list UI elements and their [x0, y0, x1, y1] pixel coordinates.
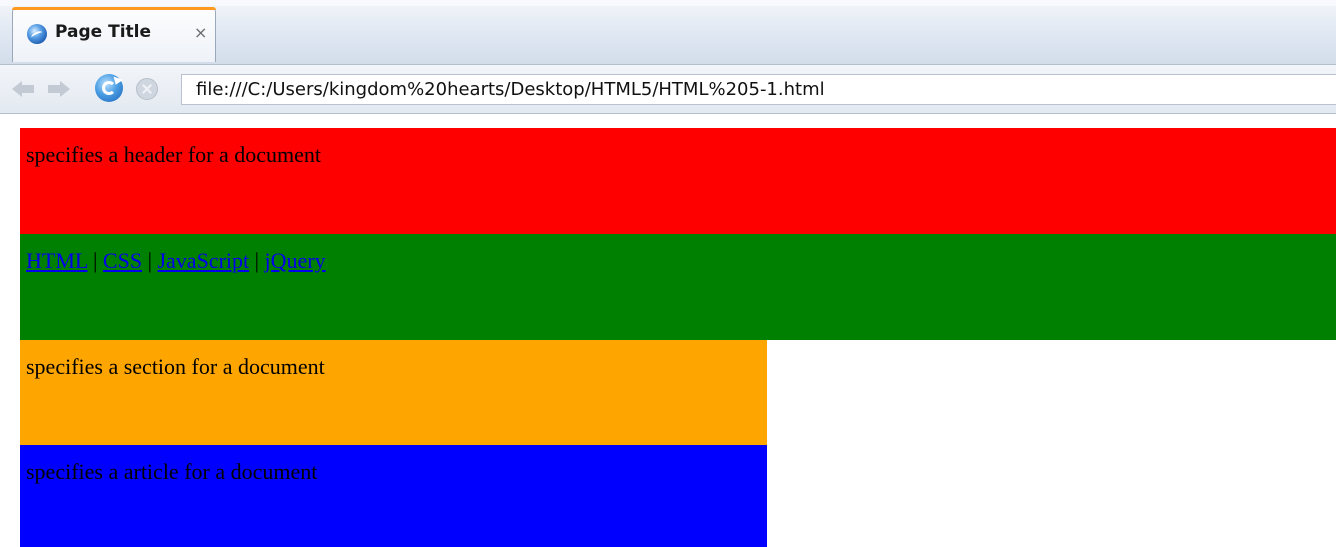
- section-block: specifies a section for a document: [20, 340, 767, 446]
- forward-icon[interactable]: [46, 77, 72, 101]
- nav-block: HTML | CSS | JavaScript | jQuery: [20, 234, 1336, 340]
- browser-tab[interactable]: Page Title ×: [12, 7, 216, 62]
- header-text: specifies a header for a document: [26, 142, 322, 167]
- nav-separator: |: [142, 248, 158, 273]
- section-text: specifies a section for a document: [26, 354, 325, 379]
- nav-separator: |: [87, 248, 103, 273]
- reload-icon[interactable]: [95, 74, 123, 102]
- stop-icon[interactable]: [136, 78, 158, 100]
- article-block: specifies a article for a document: [20, 445, 767, 547]
- back-icon[interactable]: [10, 77, 36, 101]
- navigation-toolbar: file:///C:/Users/kingdom%20hearts/Deskto…: [0, 64, 1336, 114]
- article-text: specifies a article for a document: [26, 459, 318, 484]
- favicon-icon: [27, 24, 47, 44]
- tab-title: Page Title: [55, 22, 151, 42]
- nav-link-css[interactable]: CSS: [103, 248, 142, 273]
- address-text: file:///C:/Users/kingdom%20hearts/Deskto…: [196, 79, 825, 100]
- nav-link-jquery[interactable]: jQuery: [265, 248, 326, 273]
- tab-strip: Page Title ×: [0, 0, 1336, 64]
- tab-close-button[interactable]: ×: [194, 23, 207, 42]
- nav-link-html[interactable]: HTML: [26, 248, 88, 273]
- address-bar[interactable]: file:///C:/Users/kingdom%20hearts/Deskto…: [181, 74, 1336, 105]
- nav-separator: |: [249, 248, 265, 273]
- header-block: specifies a header for a document: [20, 128, 1336, 234]
- nav-link-javascript[interactable]: JavaScript: [157, 248, 249, 273]
